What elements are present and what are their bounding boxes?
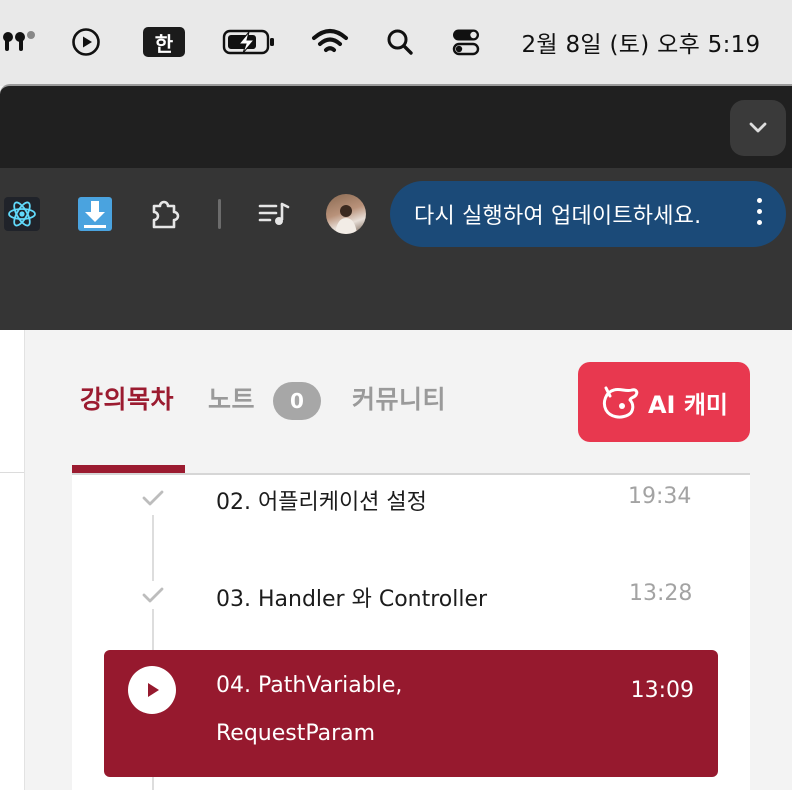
video-pane	[0, 330, 24, 790]
lesson-duration: 19:34	[628, 484, 692, 509]
more-options-icon[interactable]	[757, 198, 762, 225]
current-lesson-item[interactable]: 04. PathVariable, RequestParam 13:09	[104, 650, 718, 777]
toolbar-separator	[218, 199, 221, 229]
spotlight-search-icon[interactable]	[384, 22, 416, 62]
current-lesson-title-line2: RequestParam	[216, 721, 376, 746]
relaunch-update-button[interactable]: 다시 실행하여 업데이트하세요.	[390, 181, 786, 247]
browser-tab-strip	[0, 84, 792, 168]
completed-check-icon	[139, 581, 167, 609]
input-source-label: 한	[143, 27, 185, 57]
tab-notes[interactable]: 노트	[208, 380, 255, 416]
current-lesson-duration: 13:09	[630, 678, 694, 703]
play-circle-icon[interactable]	[70, 22, 102, 62]
tab-curriculum[interactable]: 강의목차	[80, 380, 174, 416]
clock-text: 2월 8일 (토) 오후 5:19	[521, 32, 761, 58]
ai-assistant-button[interactable]: AI 캐미	[578, 362, 750, 442]
tab-search-button[interactable]	[730, 100, 786, 156]
tab-community[interactable]: 커뮤니티	[352, 380, 446, 416]
current-lesson-title-line1: 04. PathVariable,	[216, 673, 403, 698]
download-icon[interactable]	[78, 195, 112, 233]
menu-bar: 한 2월 8일 (토) 오후 5:19	[0, 0, 792, 86]
menu-bar-clock[interactable]: 2월 8일 (토) 오후 5:19	[510, 22, 772, 62]
control-center-icon[interactable]	[450, 22, 482, 62]
ai-mascot-icon	[602, 386, 639, 419]
notes-count-badge: 0	[273, 382, 321, 420]
airpods-icon[interactable]	[0, 22, 36, 62]
puzzle-extension-icon[interactable]	[148, 195, 184, 233]
lesson-title[interactable]: 02. 어플리케이션 설정	[216, 484, 427, 516]
media-queue-icon[interactable]	[256, 195, 292, 233]
current-lesson-title: 04. PathVariable, RequestParam	[216, 662, 576, 758]
play-icon[interactable]	[128, 666, 176, 714]
lesson-title[interactable]: 03. Handler 와 Controller	[216, 581, 487, 613]
completed-check-icon	[139, 484, 167, 512]
ai-button-label: AI 캐미	[647, 390, 729, 419]
update-message: 다시 실행하여 업데이트하세요.	[414, 204, 702, 229]
profile-avatar[interactable]	[326, 194, 366, 234]
chevron-down-icon	[749, 122, 767, 133]
person-photo-icon	[335, 205, 357, 234]
input-source-icon[interactable]: 한	[143, 22, 185, 62]
battery-charging-icon[interactable]	[222, 22, 276, 62]
active-tab-indicator	[72, 465, 185, 473]
wifi-icon[interactable]	[310, 22, 350, 62]
react-devtools-icon[interactable]	[4, 195, 40, 233]
lesson-duration: 13:28	[629, 581, 693, 606]
